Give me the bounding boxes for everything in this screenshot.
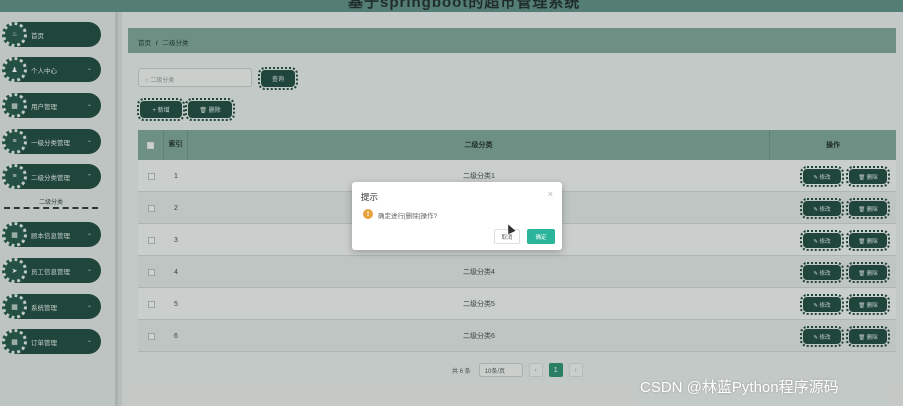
close-icon[interactable]: × bbox=[548, 189, 553, 199]
confirm-dialog: 提示 × ! 确定进行[删除]操作? 取消 确定 bbox=[352, 182, 562, 250]
watermark: CSDN @林蓝Python程序源码 bbox=[640, 379, 839, 396]
warning-icon: ! bbox=[363, 209, 373, 219]
dialog-message: 确定进行[删除]操作? bbox=[378, 213, 438, 220]
dialog-title: 提示 bbox=[361, 192, 379, 202]
confirm-button[interactable]: 确定 bbox=[527, 229, 555, 244]
